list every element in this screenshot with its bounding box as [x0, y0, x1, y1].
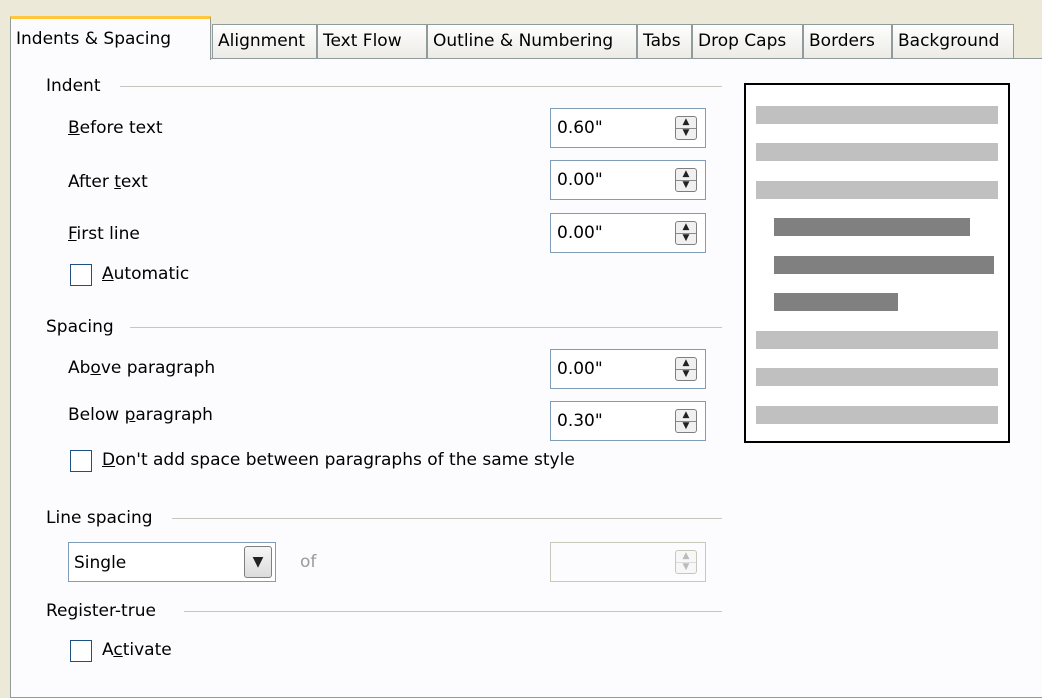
tab-strip: Indents & Spacing Alignment Text Flow Ou…: [10, 14, 1042, 60]
first-line-spinner[interactable]: ▲ ▼: [675, 221, 697, 245]
preview-line-before-1: [756, 106, 998, 124]
spin-down-icon[interactable]: ▼: [676, 421, 696, 432]
preview-line-current-3: [774, 293, 898, 311]
preview-line-before-2: [756, 143, 998, 161]
register-true-group-line: [184, 611, 722, 612]
tab-text-flow[interactable]: Text Flow: [317, 24, 427, 58]
before-text-spinner[interactable]: ▲ ▼: [675, 116, 697, 140]
line-spacing-selected: Single: [74, 553, 127, 573]
preview-line-after-2: [756, 368, 998, 386]
before-text-label: Before text: [68, 118, 163, 138]
tab-drop-caps[interactable]: Drop Caps: [692, 24, 803, 58]
indent-group-line: [120, 86, 722, 87]
first-line-label: First line: [68, 224, 140, 244]
before-text-field[interactable]: 0.60" ▲ ▼: [550, 108, 706, 148]
spin-down-icon[interactable]: ▼: [676, 369, 696, 380]
indent-group-title: Indent: [46, 76, 101, 96]
below-paragraph-spinner[interactable]: ▲ ▼: [675, 409, 697, 433]
spacing-group-line: [130, 327, 722, 328]
dont-add-space-label: Don't add space between paragraphs of th…: [102, 450, 575, 470]
tab-tabs[interactable]: Tabs: [637, 24, 692, 58]
line-spacing-group-line: [172, 518, 722, 519]
spacing-group-title: Spacing: [46, 317, 114, 337]
line-spacing-spinner-disabled: ▲ ▼: [675, 550, 697, 574]
preview-line-before-3: [756, 181, 998, 199]
spin-down-icon[interactable]: ▼: [676, 180, 696, 191]
after-text-field[interactable]: 0.00" ▲ ▼: [550, 160, 706, 200]
tab-indents-spacing[interactable]: Indents & Spacing: [10, 16, 211, 60]
tab-borders[interactable]: Borders: [803, 24, 892, 58]
below-paragraph-value: 0.30": [557, 411, 603, 431]
above-paragraph-label: Above paragraph: [68, 358, 216, 378]
automatic-label: Automatic: [102, 264, 190, 284]
spin-down-icon[interactable]: ▼: [676, 128, 696, 139]
paragraph-preview: [744, 83, 1010, 443]
activate-label: Activate: [102, 640, 172, 660]
below-paragraph-field[interactable]: 0.30" ▲ ▼: [550, 401, 706, 441]
tab-outline-numbering[interactable]: Outline & Numbering: [427, 24, 637, 58]
first-line-value: 0.00": [557, 223, 603, 243]
dont-add-space-checkbox[interactable]: [70, 450, 92, 472]
of-label: of: [300, 552, 317, 572]
line-spacing-group-title: Line spacing: [46, 508, 153, 528]
before-text-value: 0.60": [557, 118, 603, 138]
chevron-down-icon[interactable]: ▼: [244, 546, 272, 578]
line-spacing-value-field: ▲ ▼: [550, 542, 706, 582]
tab-alignment[interactable]: Alignment: [212, 24, 317, 58]
below-paragraph-label: Below paragraph: [68, 405, 213, 425]
automatic-checkbox[interactable]: [70, 264, 92, 286]
tab-background[interactable]: Background: [892, 24, 1014, 58]
after-text-label: After text: [68, 172, 148, 192]
activate-checkbox[interactable]: [70, 640, 92, 662]
after-text-value: 0.00": [557, 170, 603, 190]
preview-line-after-3: [756, 406, 998, 424]
after-text-spinner[interactable]: ▲ ▼: [675, 168, 697, 192]
spin-down-icon[interactable]: ▼: [676, 233, 696, 244]
preview-line-current-2: [774, 256, 994, 274]
above-paragraph-field[interactable]: 0.00" ▲ ▼: [550, 349, 706, 389]
line-spacing-select[interactable]: Single ▼: [68, 542, 276, 582]
spin-down-icon: ▼: [682, 562, 690, 572]
preview-line-after-1: [756, 331, 998, 349]
first-line-field[interactable]: 0.00" ▲ ▼: [550, 213, 706, 253]
preview-line-current-1: [774, 218, 970, 236]
above-paragraph-value: 0.00": [557, 359, 603, 379]
register-true-group-title: Register-true: [46, 601, 156, 621]
above-paragraph-spinner[interactable]: ▲ ▼: [675, 357, 697, 381]
